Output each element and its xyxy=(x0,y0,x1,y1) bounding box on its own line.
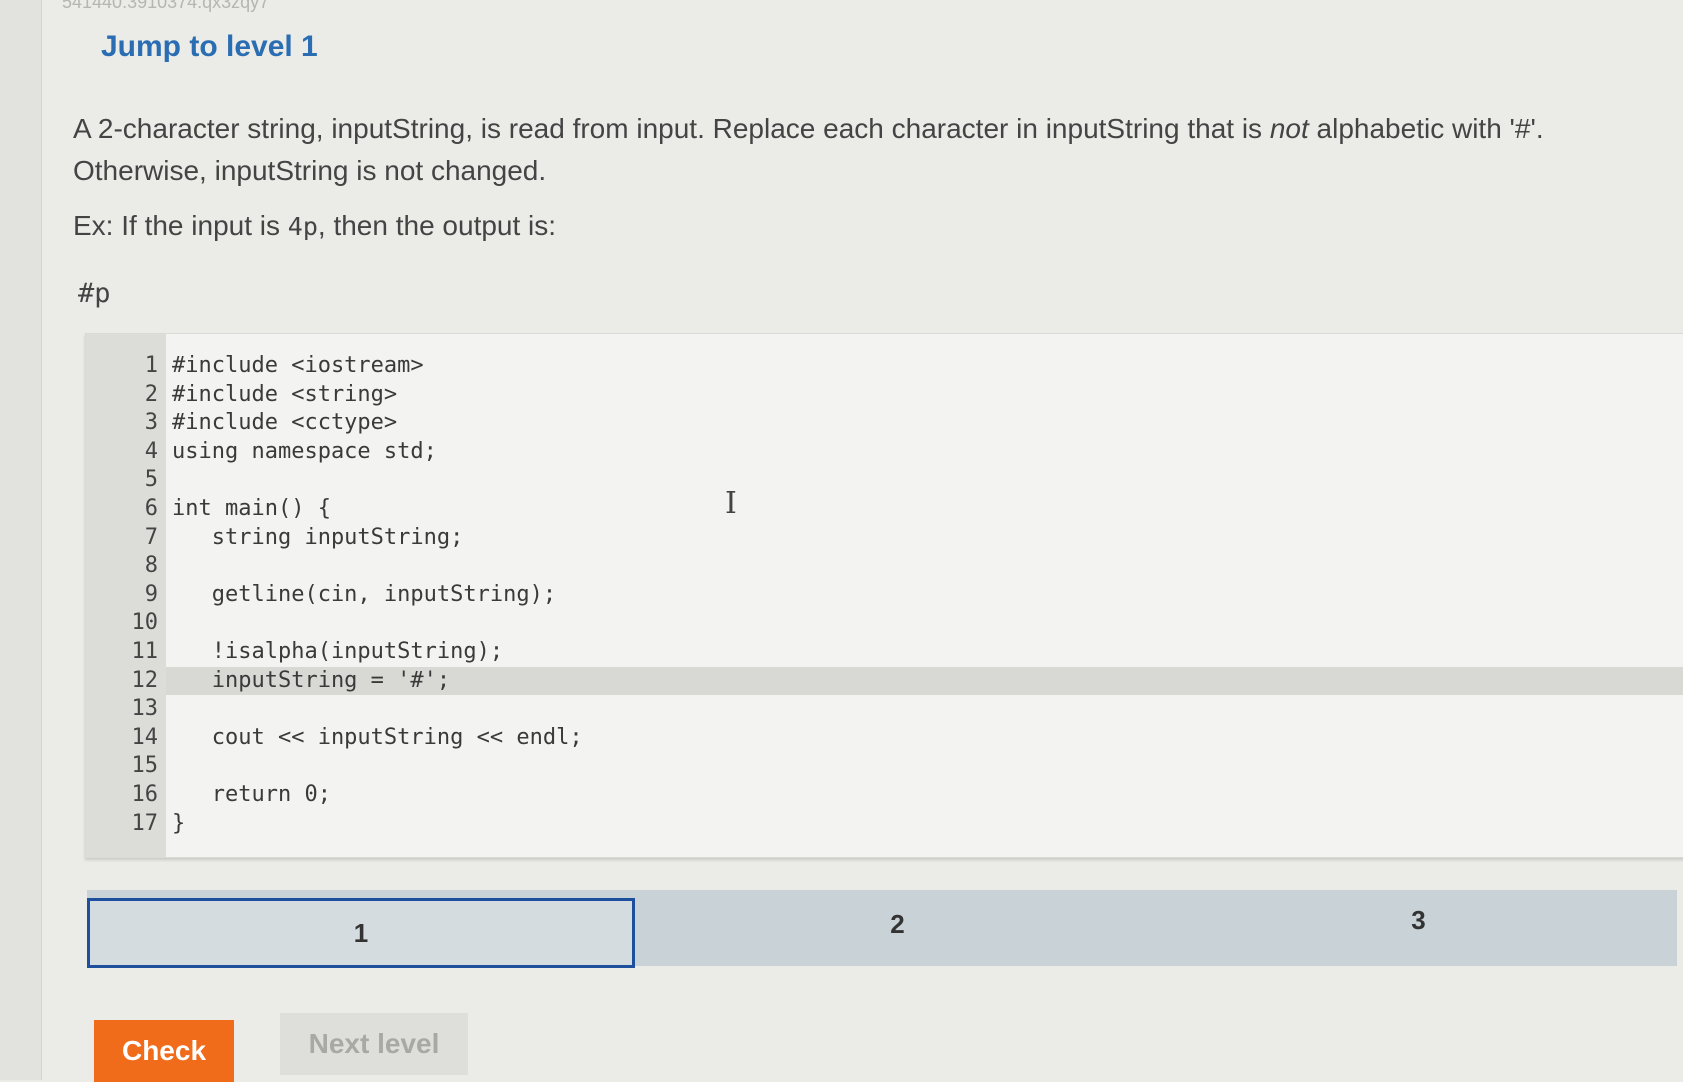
level-3-label: 3 xyxy=(1411,904,1426,935)
example-output: #p xyxy=(78,278,111,309)
example-outro: , then the output is: xyxy=(317,210,557,241)
code-line[interactable]: 16 return 0; xyxy=(86,781,1683,809)
example-text: Ex: If the input is 4p, then the output … xyxy=(73,210,556,242)
code-line[interactable]: 13 xyxy=(86,695,1683,723)
code-text[interactable]: inputString = '#'; xyxy=(166,666,1683,695)
code-line[interactable]: 12 inputString = '#'; xyxy=(86,666,1683,695)
prompt-text: A 2-character string, inputString, is re… xyxy=(73,113,1270,144)
code-line[interactable]: 17} xyxy=(86,810,1683,838)
level-1-label: 1 xyxy=(353,917,369,948)
line-number: 17 xyxy=(131,810,159,836)
example-input: 4p xyxy=(287,212,318,241)
check-button[interactable]: Check xyxy=(94,1020,234,1082)
code-text[interactable]: } xyxy=(166,810,185,838)
line-number: 5 xyxy=(144,467,158,493)
code-text[interactable]: string inputString; xyxy=(166,524,464,552)
problem-statement: A 2-character string, inputString, is re… xyxy=(73,108,1653,192)
line-number: 8 xyxy=(144,553,158,579)
code-text[interactable]: getline(cin, inputString); xyxy=(166,581,556,609)
code-line[interactable]: 2 #include <string> xyxy=(86,381,1683,409)
line-number: 12 xyxy=(131,667,159,693)
left-sidebar xyxy=(0,0,42,1080)
code-line[interactable]: 3 #include <cctype> xyxy=(86,409,1683,437)
next-level-button[interactable]: Next level xyxy=(280,1013,468,1075)
line-number: 11 xyxy=(131,639,159,664)
example-intro: Ex: If the input is xyxy=(73,210,288,241)
line-number: 9 xyxy=(144,581,158,607)
line-number: 13 xyxy=(131,696,159,722)
text-cursor-icon: I xyxy=(725,486,737,521)
line-number: 4 xyxy=(144,438,158,464)
prompt-emphasis: not xyxy=(1269,113,1309,144)
level-3-tab[interactable]: 3 xyxy=(1160,890,1677,950)
code-text[interactable]: return 0; xyxy=(166,781,331,809)
line-number: 7 xyxy=(144,524,158,550)
line-number: 3 xyxy=(144,410,158,436)
code-text[interactable]: #include <cctype> xyxy=(166,409,397,437)
code-line[interactable]: 15 xyxy=(86,752,1683,780)
level-1-tab[interactable]: 1 xyxy=(87,898,635,968)
code-text[interactable]: #include <string> xyxy=(166,381,397,409)
code-text[interactable]: int main() { xyxy=(166,495,331,523)
level-selector: 1 2 3 xyxy=(87,890,1677,968)
line-number: 1 xyxy=(144,353,158,378)
line-number: 10 xyxy=(131,610,159,636)
code-line[interactable]: 14 cout << inputString << endl; xyxy=(86,724,1683,752)
activity-id: 541440.3910374.qx3zqy7 xyxy=(62,0,270,12)
line-number: 14 xyxy=(131,724,159,750)
code-line[interactable]: 7 string inputString; xyxy=(86,524,1683,552)
page-title: Jump to level 1 xyxy=(101,30,318,63)
code-text[interactable]: cout << inputString << endl; xyxy=(166,724,583,752)
code-text[interactable]: using namespace std; xyxy=(166,438,437,466)
code-line[interactable]: 11 !isalpha(inputString); xyxy=(86,638,1683,666)
line-number: 16 xyxy=(131,782,159,807)
code-text[interactable]: !isalpha(inputString); xyxy=(166,638,503,666)
line-number: 15 xyxy=(131,753,159,779)
level-2-tab[interactable]: 2 xyxy=(635,890,1160,958)
code-line[interactable]: 10 xyxy=(86,609,1683,637)
code-line[interactable]: 4 using namespace std; xyxy=(86,438,1683,466)
code-line[interactable]: 9 getline(cin, inputString); xyxy=(86,581,1683,609)
line-number: 6 xyxy=(144,496,158,521)
code-text[interactable]: #include <iostream> xyxy=(166,352,424,380)
code-line[interactable]: 5 xyxy=(86,466,1683,494)
line-number: 2 xyxy=(144,381,158,407)
code-editor[interactable]: 1 #include <iostream> 2 #include <string> 3 #… xyxy=(85,333,1683,858)
code-line[interactable]: 8 xyxy=(86,552,1683,580)
code-line[interactable]: 6 int main() { xyxy=(86,495,1683,523)
level-2-label: 2 xyxy=(890,908,905,939)
code-line[interactable]: 1 #include <iostream> xyxy=(86,352,1683,380)
